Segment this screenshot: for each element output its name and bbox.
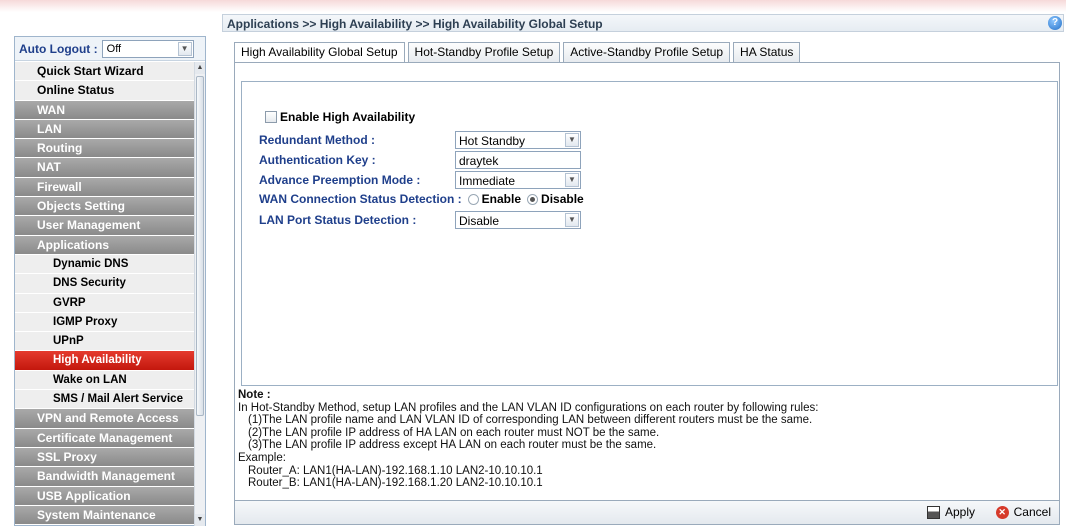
sidebar-item-usb-application[interactable]: USB Application xyxy=(15,486,195,506)
tab-ha-status[interactable]: HA Status xyxy=(733,42,801,62)
auto-logout-select[interactable]: Off ▼ xyxy=(101,39,194,58)
lan-detection-row: LAN Port Status Detection : Disable ▼ xyxy=(259,211,581,229)
apply-button[interactable]: Apply xyxy=(926,505,975,519)
sidebar-item-high-availability[interactable]: High Availability xyxy=(15,351,195,371)
cancel-icon: ✕ xyxy=(995,505,1009,519)
tab-hot-standby-profile[interactable]: Hot-Standby Profile Setup xyxy=(407,42,561,62)
scroll-up-icon[interactable]: ▲ xyxy=(195,62,205,74)
router-admin-page: Auto Logout : Off ▼ Quick Start Wizard On… xyxy=(0,0,1066,531)
auth-key-row: Authentication Key : draytek xyxy=(259,151,581,169)
chevron-down-icon[interactable]: ▼ xyxy=(565,213,579,227)
auth-key-label: Authentication Key : xyxy=(259,153,376,167)
sidebar-item-applications[interactable]: Applications xyxy=(15,235,195,255)
note-rule: (1)The LAN profile name and LAN VLAN ID … xyxy=(248,414,813,427)
save-icon xyxy=(926,505,940,519)
chevron-down-icon[interactable]: ▼ xyxy=(177,41,192,56)
preemption-row: Advance Preemption Mode : Immediate ▼ xyxy=(259,171,581,189)
enable-ha-row: Enable High Availability xyxy=(265,110,415,124)
auto-logout-value: Off xyxy=(106,42,122,55)
sidebar-item-nat[interactable]: NAT xyxy=(15,158,195,178)
sidebar-item-lan[interactable]: LAN xyxy=(15,119,195,140)
redundant-method-label: Redundant Method : xyxy=(259,133,375,147)
auto-logout-label: Auto Logout : xyxy=(19,41,98,56)
sidebar-item-wake-on-lan[interactable]: Wake on LAN xyxy=(15,370,195,391)
wan-detection-row: WAN Connection Status Detection : Enable… xyxy=(259,192,584,206)
sidebar-item-user-management[interactable]: User Management xyxy=(15,216,195,236)
action-bar: Apply ✕ Cancel xyxy=(234,501,1060,525)
note-example-label: Example: xyxy=(238,451,286,464)
wan-disable-radio[interactable] xyxy=(527,193,539,205)
sidebar-item-sms-mail-alert-service[interactable]: SMS / Mail Alert Service xyxy=(15,390,195,410)
redundant-method-value: Hot Standby xyxy=(459,134,526,148)
chevron-down-icon[interactable]: ▼ xyxy=(565,133,579,147)
sidebar-item-online-status[interactable]: Online Status xyxy=(15,81,195,101)
scrollbar-thumb[interactable] xyxy=(196,76,204,416)
note-rule: (2)The LAN profile IP address of HA LAN … xyxy=(248,426,660,439)
tab-content: Enable High Availability Redundant Metho… xyxy=(234,62,1060,501)
sidebar-item-system-maintenance[interactable]: System Maintenance xyxy=(15,505,195,526)
tab-global-setup[interactable]: High Availability Global Setup xyxy=(234,42,405,63)
redundant-method-select[interactable]: Hot Standby ▼ xyxy=(455,131,581,149)
sidebar-item-firewall[interactable]: Firewall xyxy=(15,177,195,198)
redundant-method-row: Redundant Method : Hot Standby ▼ xyxy=(259,131,581,149)
sidebar-item-upnp[interactable]: UPnP xyxy=(15,332,195,352)
preemption-value: Immediate xyxy=(459,174,516,188)
sidebar-item-dns-security[interactable]: DNS Security xyxy=(15,274,195,294)
sidebar-scrollbar[interactable]: ▲ ▼ xyxy=(194,62,205,526)
breadcrumb: Applications >> High Availability >> Hig… xyxy=(222,14,1064,32)
enable-ha-label: Enable High Availability xyxy=(280,110,416,124)
sidebar-item-dynamic-dns[interactable]: Dynamic DNS xyxy=(15,254,195,275)
wan-enable-label: Enable xyxy=(481,192,522,206)
cancel-button[interactable]: ✕ Cancel xyxy=(995,505,1051,519)
tab-bar: High Availability Global Setup Hot-Stand… xyxy=(234,42,803,63)
wan-enable-radio[interactable] xyxy=(467,193,479,205)
auto-logout-row: Auto Logout : Off ▼ xyxy=(15,37,205,61)
sidebar-item-igmp-proxy[interactable]: IGMP Proxy xyxy=(15,312,195,333)
lan-detection-select[interactable]: Disable ▼ xyxy=(455,211,581,229)
auth-key-input[interactable]: draytek xyxy=(455,151,581,169)
preemption-label: Advance Preemption Mode : xyxy=(259,173,421,187)
tab-active-standby-profile[interactable]: Active-Standby Profile Setup xyxy=(563,42,731,62)
sidebar: Auto Logout : Off ▼ Quick Start Wizard On… xyxy=(14,36,206,526)
sidebar-item-bandwidth-management[interactable]: Bandwidth Management xyxy=(15,467,195,487)
apply-label: Apply xyxy=(944,505,975,519)
wan-disable-label: Disable xyxy=(541,192,584,206)
note-section: Note : In Hot-Standby Method, setup LAN … xyxy=(238,389,1058,490)
note-example: Router_B: LAN1(HA-LAN)-192.168.1.20 LAN2… xyxy=(248,477,543,490)
note-title: Note : xyxy=(238,389,271,401)
cancel-label: Cancel xyxy=(1013,505,1051,519)
top-strip xyxy=(0,0,1066,12)
note-rule: (3)The LAN profile IP address except HA … xyxy=(248,439,657,452)
sidebar-item-routing[interactable]: Routing xyxy=(15,139,195,159)
settings-panel: Enable High Availability Redundant Metho… xyxy=(241,81,1058,386)
sidebar-item-quick-start-wizard[interactable]: Quick Start Wizard xyxy=(15,62,195,82)
sidebar-item-gvrp[interactable]: GVRP xyxy=(15,293,195,313)
sidebar-menu: Quick Start Wizard Online Status WAN LAN Rou… xyxy=(15,62,195,526)
chevron-down-icon[interactable]: ▼ xyxy=(565,173,579,187)
scroll-down-icon[interactable]: ▼ xyxy=(195,514,205,526)
sidebar-item-certificate-management[interactable]: Certificate Management xyxy=(15,428,195,448)
main-area: Applications >> High Availability >> Hig… xyxy=(222,14,1064,527)
lan-detection-value: Disable xyxy=(459,214,500,228)
preemption-select[interactable]: Immediate ▼ xyxy=(455,171,581,189)
help-icon[interactable]: ? xyxy=(1048,16,1062,30)
sidebar-item-wan[interactable]: WAN xyxy=(15,100,195,120)
enable-ha-checkbox[interactable] xyxy=(265,111,277,123)
sidebar-item-ssl-proxy[interactable]: SSL Proxy xyxy=(15,447,195,468)
lan-detection-label: LAN Port Status Detection : xyxy=(259,213,417,227)
wan-detection-label: WAN Connection Status Detection : xyxy=(259,192,462,206)
sidebar-item-objects-setting[interactable]: Objects Setting xyxy=(15,197,195,217)
sidebar-item-vpn-and-remote-access[interactable]: VPN and Remote Access xyxy=(15,409,195,429)
note-example: Router_A: LAN1(HA-LAN)-192.168.1.10 LAN2… xyxy=(248,464,543,477)
note-intro: In Hot-Standby Method, setup LAN profile… xyxy=(238,401,819,414)
